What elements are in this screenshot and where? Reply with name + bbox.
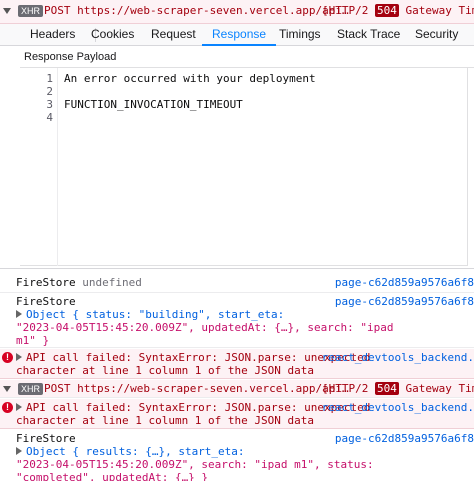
object-preview[interactable]: Object { status: "building", start_eta:: [16, 308, 284, 321]
log-source-link[interactable]: react_devtools_backend.: [322, 401, 474, 414]
object-preview[interactable]: Object { results: {…}, start_eta:: [16, 445, 245, 458]
tab-request[interactable]: Request: [151, 24, 196, 46]
expand-triangle-icon[interactable]: [3, 8, 11, 14]
console-log-row: FireStore undefined page-c62d859a9576a6f…: [0, 274, 474, 293]
status-code-badge: 504: [374, 4, 399, 17]
log-source-link[interactable]: react_devtools_backend.: [322, 351, 474, 364]
error-icon: !: [2, 352, 13, 363]
log-source-link[interactable]: page-c62d859a9576a6f8: [335, 295, 474, 308]
response-editor[interactable]: 1 2 3 4 An error occurred with your depl…: [20, 68, 468, 266]
console-error-row: ! API call failed: SyntaxError: JSON.par…: [0, 349, 474, 379]
xhr-tag: XHR: [18, 383, 44, 395]
log-prefix: FireStore: [16, 432, 76, 445]
expand-arrow-icon[interactable]: [16, 447, 22, 455]
xhr-request-row[interactable]: XHR POST https://web-scraper-seven.verce…: [0, 380, 474, 398]
request-url: POST https://web-scraper-seven.vercel.ap…: [44, 382, 349, 395]
xhr-tag: XHR: [18, 5, 44, 17]
code-line: FUNCTION_INVOCATION_TIMEOUT: [64, 98, 243, 111]
line-number: 4: [46, 111, 53, 124]
tab-cookies[interactable]: Cookies: [91, 24, 134, 46]
console-error-row: ! API call failed: SyntaxError: JSON.par…: [0, 399, 474, 429]
object-preview-line: "2023-04-05T15:45:20.009Z", updatedAt: {…: [16, 321, 394, 334]
expand-arrow-icon[interactable]: [16, 353, 22, 361]
log-source-link[interactable]: page-c62d859a9576a6f8: [335, 276, 474, 289]
expand-arrow-icon[interactable]: [16, 403, 22, 411]
response-payload-label: Response Payload: [24, 51, 117, 63]
tab-timings[interactable]: Timings: [279, 24, 321, 46]
log-message: FireStore undefined: [16, 276, 142, 289]
network-detail-tabs: Headers Cookies Request Response Timings…: [0, 24, 474, 46]
tab-headers[interactable]: Headers: [30, 24, 75, 46]
line-number: 1: [46, 72, 53, 85]
expand-arrow-icon[interactable]: [16, 310, 22, 318]
code-line: An error occurred with your deployment: [64, 72, 316, 85]
xhr-request-header[interactable]: XHR POST https://web-scraper-seven.verce…: [0, 0, 474, 24]
object-preview-line: "completed", updatedAt: {…} }: [16, 471, 209, 481]
console-log-row: FireStore page-c62d859a9576a6f8 Object {…: [0, 294, 474, 348]
line-number: 3: [46, 98, 53, 111]
tab-stack-trace[interactable]: Stack Trace: [337, 24, 400, 46]
error-icon: !: [2, 402, 13, 413]
log-prefix: FireStore: [16, 295, 76, 308]
request-url: POST https://web-scraper-seven.vercel.ap…: [44, 4, 349, 17]
error-message-line: character at line 1 column 1 of the JSON…: [16, 414, 315, 427]
status-code-badge: 504: [374, 382, 399, 395]
twisty-error-line[interactable]: API call failed: SyntaxError: JSON.parse…: [16, 351, 370, 364]
console-output: FireStore undefined page-c62d859a9576a6f…: [0, 268, 474, 481]
line-number: 2: [46, 85, 53, 98]
tab-security[interactable]: Security: [415, 24, 458, 46]
tab-response[interactable]: Response: [202, 24, 277, 46]
object-preview-line: m1" }: [16, 334, 50, 347]
twisty-error-line[interactable]: API call failed: SyntaxError: JSON.parse…: [16, 401, 370, 414]
log-source-link[interactable]: page-c62d859a9576a6f8: [335, 432, 474, 445]
object-preview-line: "2023-04-05T15:45:20.009Z", search: "ipa…: [16, 458, 374, 471]
request-status: [HTTP/2 504 Gateway Timeou: [322, 382, 474, 395]
request-status: [HTTP/2 504 Gateway Timeou: [322, 4, 474, 17]
error-message-line: character at line 1 column 1 of the JSON…: [16, 364, 315, 377]
line-number-gutter: 1 2 3 4: [20, 68, 58, 266]
console-log-row: FireStore page-c62d859a9576a6f8 Object {…: [0, 430, 474, 481]
collapse-triangle-icon[interactable]: [3, 386, 11, 392]
